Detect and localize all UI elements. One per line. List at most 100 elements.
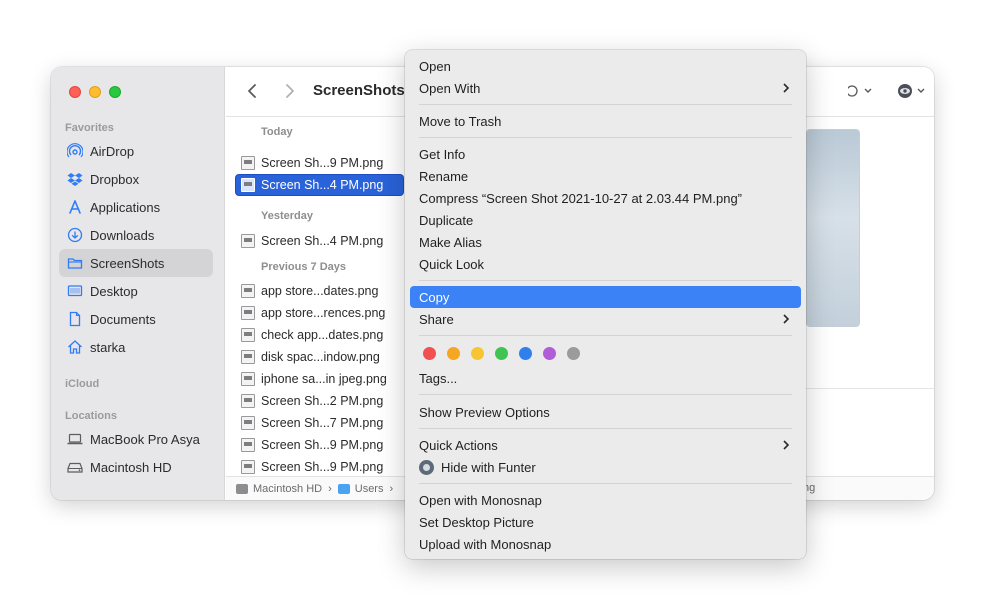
menu-item-open[interactable]: Open — [410, 55, 801, 77]
menu-item-show-preview-options[interactable]: Show Preview Options — [410, 401, 801, 423]
tag-yellow[interactable] — [471, 347, 484, 360]
menu-separator — [419, 335, 792, 336]
eye-icon — [898, 84, 925, 98]
chevron-right-icon — [783, 83, 790, 93]
menu-item-hide-with-funter[interactable]: Hide with Funter — [410, 456, 801, 478]
menu-item-duplicate[interactable]: Duplicate — [410, 209, 801, 231]
sidebar-item-label: Desktop — [90, 283, 138, 299]
menu-item-open-with-monosnap[interactable]: Open with Monosnap — [410, 489, 801, 511]
sidebar-item-dropbox[interactable]: Dropbox — [59, 165, 213, 193]
menu-item-compress[interactable]: Compress “Screen Shot 2021-10-27 at 2.03… — [410, 187, 801, 209]
image-file-icon — [241, 178, 255, 192]
file-row[interactable]: Screen Sh...9 PM.png — [236, 435, 404, 455]
sidebar: Favorites AirDrop Dropbox Applications D… — [51, 67, 225, 500]
tag-gray[interactable] — [567, 347, 580, 360]
tag-purple[interactable] — [543, 347, 556, 360]
sidebar-item-applications[interactable]: Applications — [59, 193, 213, 221]
sidebar-item-macbook-pro[interactable]: MacBook Pro Asya — [59, 425, 213, 453]
file-row[interactable]: iphone sa...in jpeg.png — [236, 369, 404, 389]
tag-orange[interactable] — [447, 347, 460, 360]
sidebar-item-label: MacBook Pro Asya — [90, 431, 200, 447]
sidebar-item-label: AirDrop — [90, 143, 135, 159]
sidebar-item-airdrop[interactable]: AirDrop — [59, 137, 213, 165]
sidebar-item-desktop[interactable]: Desktop — [59, 277, 213, 305]
group-header-today: Today — [261, 126, 293, 138]
quick-look-toolbar-button[interactable] — [897, 81, 931, 101]
image-file-icon — [241, 156, 255, 170]
funter-eye-icon — [419, 459, 434, 475]
image-file-icon — [241, 394, 255, 408]
sidebar-item-screenshots[interactable]: ScreenShots — [59, 249, 213, 277]
disk-icon — [67, 459, 83, 475]
sidebar-item-label: ScreenShots — [90, 255, 165, 271]
sidebar-item-label: Dropbox — [90, 171, 140, 187]
file-row[interactable]: check app...dates.png — [236, 325, 404, 345]
group-header-previous-7-days: Previous 7 Days — [261, 261, 346, 273]
chevron-right-icon — [286, 84, 294, 98]
path-separator-icon: › — [328, 482, 332, 495]
forward-button[interactable] — [280, 81, 298, 101]
preview-divider — [806, 388, 934, 389]
applications-icon — [67, 199, 83, 215]
file-row[interactable]: Screen Sh...2 PM.png — [236, 391, 404, 411]
tag-red[interactable] — [423, 347, 436, 360]
sidebar-item-label: Macintosh HD — [90, 459, 172, 475]
sidebar-item-label: Documents — [90, 311, 156, 327]
context-menu: Open Open With Move to Trash Get Info Re… — [405, 50, 806, 559]
image-file-icon — [241, 350, 255, 364]
sidebar-item-macintosh-hd[interactable]: Macintosh HD — [59, 453, 213, 481]
chevron-left-icon — [248, 84, 256, 98]
disk-icon — [236, 483, 248, 494]
menu-item-make-alias[interactable]: Make Alias — [410, 231, 801, 253]
menu-item-open-with[interactable]: Open With — [410, 77, 801, 99]
file-row[interactable]: disk spac...indow.png — [236, 347, 404, 367]
file-row[interactable]: app store...dates.png — [236, 281, 404, 301]
menu-separator — [419, 280, 792, 281]
menu-item-quick-look[interactable]: Quick Look — [410, 253, 801, 275]
menu-item-quick-actions[interactable]: Quick Actions — [410, 434, 801, 456]
minimize-window-button[interactable] — [89, 86, 101, 98]
menu-item-copy[interactable]: Copy — [410, 286, 801, 308]
preview-thumbnail — [806, 129, 860, 327]
folder-icon — [337, 483, 350, 494]
file-row[interactable]: Screen Sh...4 PM.png — [236, 231, 404, 251]
menu-item-get-info[interactable]: Get Info — [410, 143, 801, 165]
sidebar-item-documents[interactable]: Documents — [59, 305, 213, 333]
folder-icon — [67, 255, 83, 271]
image-file-icon — [241, 416, 255, 430]
image-file-icon — [241, 372, 255, 386]
menu-item-tags[interactable]: Tags... — [410, 367, 801, 389]
menu-separator — [419, 104, 792, 105]
menu-item-move-to-trash[interactable]: Move to Trash — [410, 110, 801, 132]
image-file-icon — [241, 306, 255, 320]
menu-separator — [419, 483, 792, 484]
file-row[interactable]: Screen Sh...9 PM.png — [236, 153, 404, 173]
menu-item-upload-with-monosnap[interactable]: Upload with Monosnap — [410, 533, 801, 555]
tag-green[interactable] — [495, 347, 508, 360]
path-segment-macintosh-hd[interactable]: Macintosh HD — [236, 483, 322, 495]
menu-item-share[interactable]: Share — [410, 308, 801, 330]
close-window-button[interactable] — [69, 86, 81, 98]
zoom-window-button[interactable] — [109, 86, 121, 98]
file-row-selected[interactable]: Screen Sh...4 PM.png — [236, 175, 403, 195]
file-row[interactable]: Screen Sh...9 PM.png — [236, 457, 404, 476]
window-title: ScreenShots — [313, 82, 405, 99]
path-segment-users[interactable]: Users — [337, 483, 383, 495]
file-row[interactable]: app store...rences.png — [236, 303, 404, 323]
image-file-icon — [241, 460, 255, 474]
image-file-icon — [241, 438, 255, 452]
image-file-icon — [241, 328, 255, 342]
menu-item-set-desktop-picture[interactable]: Set Desktop Picture — [410, 511, 801, 533]
tag-blue[interactable] — [519, 347, 532, 360]
file-row[interactable]: Screen Sh...7 PM.png — [236, 413, 404, 433]
sidebar-item-starka[interactable]: starka — [59, 333, 213, 361]
menu-separator — [419, 394, 792, 395]
menu-item-rename[interactable]: Rename — [410, 165, 801, 187]
sidebar-section-favorites: Favorites — [65, 122, 114, 134]
image-file-icon — [241, 234, 255, 248]
sidebar-item-label: Applications — [90, 199, 161, 215]
laptop-icon — [67, 431, 83, 447]
sidebar-item-downloads[interactable]: Downloads — [59, 221, 213, 249]
tags-toolbar-button[interactable] — [848, 81, 880, 101]
back-button[interactable] — [244, 81, 262, 101]
